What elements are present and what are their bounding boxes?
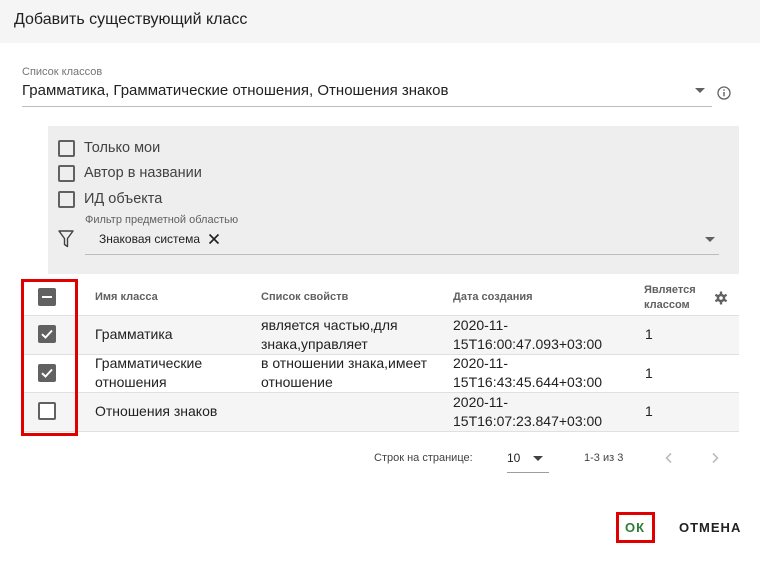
table-cell-created: 2020-11- 15T16:07:23.847+03:00 bbox=[453, 393, 602, 431]
cell-name-line2: отношения bbox=[95, 374, 167, 390]
cell-name-line1: Отношения знаков bbox=[95, 403, 218, 419]
cell-date-line1: 2020-11- bbox=[453, 317, 509, 333]
chevron-down-icon[interactable] bbox=[705, 237, 715, 242]
class-list-select[interactable]: Грамматика, Грамматические отношения, От… bbox=[22, 82, 448, 99]
column-header-created[interactable]: Дата создания bbox=[453, 291, 533, 303]
ok-button[interactable]: ОК bbox=[625, 520, 645, 535]
subject-filter-label: Фильтр предметной областью bbox=[85, 214, 239, 226]
author-in-name-label: Автор в названии bbox=[84, 165, 202, 181]
column-header-is-class-line1: Является bbox=[644, 284, 696, 296]
column-header-properties[interactable]: Список свойств bbox=[261, 291, 348, 303]
cell-props-line1: является частью,для bbox=[261, 317, 398, 333]
chevron-left-icon[interactable] bbox=[662, 451, 676, 465]
checkbox-box[interactable] bbox=[58, 190, 75, 208]
column-header-is-class[interactable]: Является классом bbox=[644, 283, 696, 313]
cell-name-line1: Грамматические bbox=[95, 355, 203, 371]
only-mine-checkbox[interactable]: Только мои bbox=[58, 138, 160, 158]
table-cell-is-class: 1 bbox=[645, 365, 653, 381]
cell-date-line1: 2020-11- bbox=[453, 394, 509, 410]
table-cell-is-class: 1 bbox=[645, 403, 653, 419]
row-divider bbox=[22, 392, 739, 393]
pagination-range: 1-3 из 3 bbox=[584, 452, 624, 464]
column-header-name[interactable]: Имя класса bbox=[95, 291, 158, 303]
checkbox-box[interactable] bbox=[58, 139, 75, 157]
checkbox-column-highlight bbox=[21, 279, 78, 436]
chevron-right-icon[interactable] bbox=[708, 451, 722, 465]
class-list-label: Список классов bbox=[22, 66, 103, 78]
cell-name-line1: Грамматика bbox=[95, 326, 173, 342]
cell-date-line2: 15T16:07:23.847+03:00 bbox=[453, 413, 603, 429]
chevron-down-icon[interactable] bbox=[533, 456, 543, 461]
cell-date-line1: 2020-11- bbox=[453, 355, 509, 371]
cell-props-line1: в отношении знака,имеет bbox=[261, 355, 428, 371]
table-cell-name: Грамматические отношения bbox=[95, 354, 202, 392]
subject-chip-label: Знаковая система bbox=[99, 232, 201, 246]
gear-icon[interactable] bbox=[714, 291, 728, 305]
cell-date-line2: 15T16:00:47.093+03:00 bbox=[453, 336, 603, 352]
table-cell-properties: является частью,для знака,управляет bbox=[261, 316, 398, 354]
subject-filter-underline bbox=[85, 254, 719, 255]
cell-date-line2: 15T16:43:45.644+03:00 bbox=[453, 374, 603, 390]
table-cell-created: 2020-11- 15T16:00:47.093+03:00 bbox=[453, 316, 602, 354]
checkbox-box[interactable] bbox=[58, 164, 75, 182]
object-id-checkbox[interactable]: ИД объекта bbox=[58, 189, 162, 209]
rows-per-page-label: Строк на странице: bbox=[374, 452, 473, 464]
cancel-button[interactable]: ОТМЕНА bbox=[679, 520, 741, 535]
class-list-underline bbox=[22, 106, 712, 107]
cell-props-line2: отношение bbox=[261, 374, 333, 390]
table-cell-name: Грамматика bbox=[95, 325, 173, 344]
dialog-title: Добавить существующий класс bbox=[14, 11, 248, 28]
table-cell-created: 2020-11- 15T16:43:45.644+03:00 bbox=[453, 354, 602, 392]
table-cell-name: Отношения знаков bbox=[95, 402, 217, 421]
row-divider bbox=[22, 431, 739, 432]
column-header-is-class-line2: классом bbox=[644, 299, 690, 311]
only-mine-label: Только мои bbox=[84, 140, 161, 156]
author-in-name-checkbox[interactable]: Автор в названии bbox=[58, 163, 202, 183]
cell-props-line2: знака,управляет bbox=[261, 336, 368, 352]
dialog-header: Добавить существующий класс bbox=[0, 0, 760, 43]
object-id-label: ИД объекта bbox=[84, 191, 163, 207]
rows-per-page-select[interactable]: 10 bbox=[507, 451, 520, 465]
subject-chip[interactable]: Знаковая система bbox=[99, 230, 220, 248]
info-icon[interactable] bbox=[717, 86, 731, 100]
rows-per-page-underline bbox=[507, 472, 549, 473]
table-cell-is-class: 1 bbox=[645, 326, 653, 342]
filter-icon bbox=[58, 230, 74, 248]
close-icon[interactable] bbox=[208, 233, 220, 245]
table-cell-properties: в отношении знака,имеет отношение bbox=[261, 354, 427, 392]
chevron-down-icon[interactable] bbox=[695, 88, 705, 93]
